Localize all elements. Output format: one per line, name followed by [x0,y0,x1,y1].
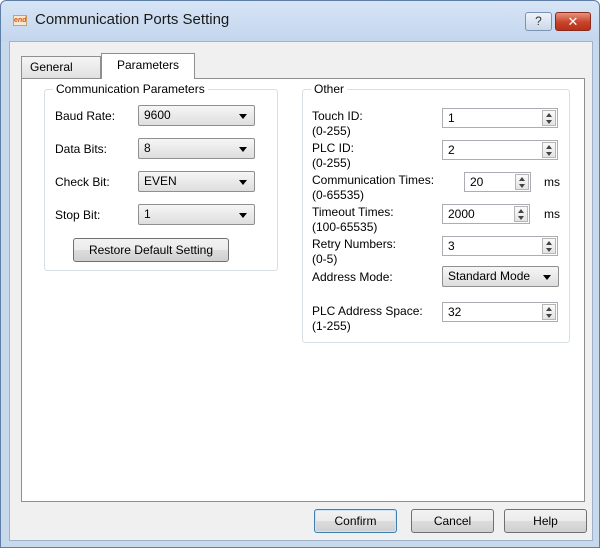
spin-buttons[interactable] [542,142,556,158]
arrow-up-icon [546,113,552,117]
spin-buttons[interactable] [514,206,528,222]
plc-address-space-stepper[interactable]: 32 [442,302,558,322]
touch-id-value: 1 [448,111,455,125]
chevron-down-icon [239,180,247,185]
arrow-down-icon [546,152,552,156]
close-icon[interactable]: ✕ [555,12,591,31]
parameters-panel: Communication Parameters Baud Rate: 9600… [21,78,585,502]
app-icon: end [13,15,27,26]
help-icon[interactable]: ? [525,12,552,31]
restore-default-button[interactable]: Restore Default Setting [73,238,229,262]
communication-times-range: (0-65535) [312,188,365,202]
arrow-down-icon [519,184,525,188]
chevron-down-icon [543,275,551,280]
tab-general[interactable]: General [21,56,101,78]
arrow-up-icon [546,241,552,245]
title-bar[interactable]: end Communication Ports Setting ? ✕ [1,1,599,41]
arrow-up-icon [546,307,552,311]
data-bits-select[interactable]: 8 [138,138,255,159]
stop-bit-select[interactable]: 1 [138,204,255,225]
communication-times-unit: ms [544,175,560,189]
arrow-down-icon [546,314,552,318]
group-title: Other [311,82,348,96]
plc-address-space-value: 32 [448,305,462,319]
data-bits-label: Data Bits: [55,142,108,156]
timeout-times-label: Timeout Times: [312,205,394,219]
help-button[interactable]: Help [504,509,587,533]
address-mode-label: Address Mode: [312,270,393,284]
spin-buttons[interactable] [542,110,556,126]
plc-id-range: (0-255) [312,156,351,170]
timeout-times-stepper[interactable]: 2000 [442,204,530,224]
timeout-times-value: 2000 [448,207,475,221]
check-bit-value: EVEN [144,174,177,188]
communication-times-stepper[interactable]: 20 [464,172,531,192]
stop-bit-value: 1 [144,207,151,221]
retry-numbers-label: Retry Numbers: [312,237,397,251]
arrow-up-icon [519,177,525,181]
plc-id-value: 2 [448,143,455,157]
timeout-times-range: (100-65535) [312,220,378,234]
timeout-times-unit: ms [544,207,560,221]
baud-rate-select[interactable]: 9600 [138,105,255,126]
group-title: Communication Parameters [53,82,208,96]
cancel-button[interactable]: Cancel [411,509,494,533]
tab-parameters[interactable]: Parameters [101,53,195,79]
other-group: Other Touch ID: (0-255) 1 PLC ID: (0-255… [302,82,570,343]
arrow-down-icon [518,216,524,220]
arrow-down-icon [546,248,552,252]
address-mode-select[interactable]: Standard Mode [442,266,559,287]
spin-buttons[interactable] [542,304,556,320]
check-bit-label: Check Bit: [55,175,110,189]
address-mode-value: Standard Mode [448,269,531,283]
communication-times-value: 20 [470,175,484,189]
retry-numbers-value: 3 [448,239,455,253]
retry-numbers-stepper[interactable]: 3 [442,236,558,256]
spin-buttons[interactable] [542,238,556,254]
touch-id-range: (0-255) [312,124,351,138]
baud-rate-label: Baud Rate: [55,109,116,123]
touch-id-label: Touch ID: [312,109,363,123]
arrow-up-icon [518,209,524,213]
arrow-down-icon [546,120,552,124]
spin-buttons[interactable] [515,174,529,190]
touch-id-stepper[interactable]: 1 [442,108,558,128]
plc-id-stepper[interactable]: 2 [442,140,558,160]
communication-times-label: Communication Times: [312,173,435,187]
window-title: Communication Ports Setting [35,11,230,28]
check-bit-select[interactable]: EVEN [138,171,255,192]
arrow-up-icon [546,145,552,149]
dialog-window: end Communication Ports Setting ? ✕ Gene… [0,0,600,548]
communication-parameters-group: Communication Parameters Baud Rate: 9600… [44,82,278,271]
confirm-button[interactable]: Confirm [314,509,397,533]
plc-address-space-range: (1-255) [312,319,351,333]
data-bits-value: 8 [144,141,151,155]
baud-rate-value: 9600 [144,108,171,122]
plc-address-space-label: PLC Address Space: [312,304,423,318]
chevron-down-icon [239,147,247,152]
chevron-down-icon [239,213,247,218]
chevron-down-icon [239,114,247,119]
retry-numbers-range: (0-5) [312,252,338,266]
stop-bit-label: Stop Bit: [55,208,101,222]
plc-id-label: PLC ID: [312,141,355,155]
